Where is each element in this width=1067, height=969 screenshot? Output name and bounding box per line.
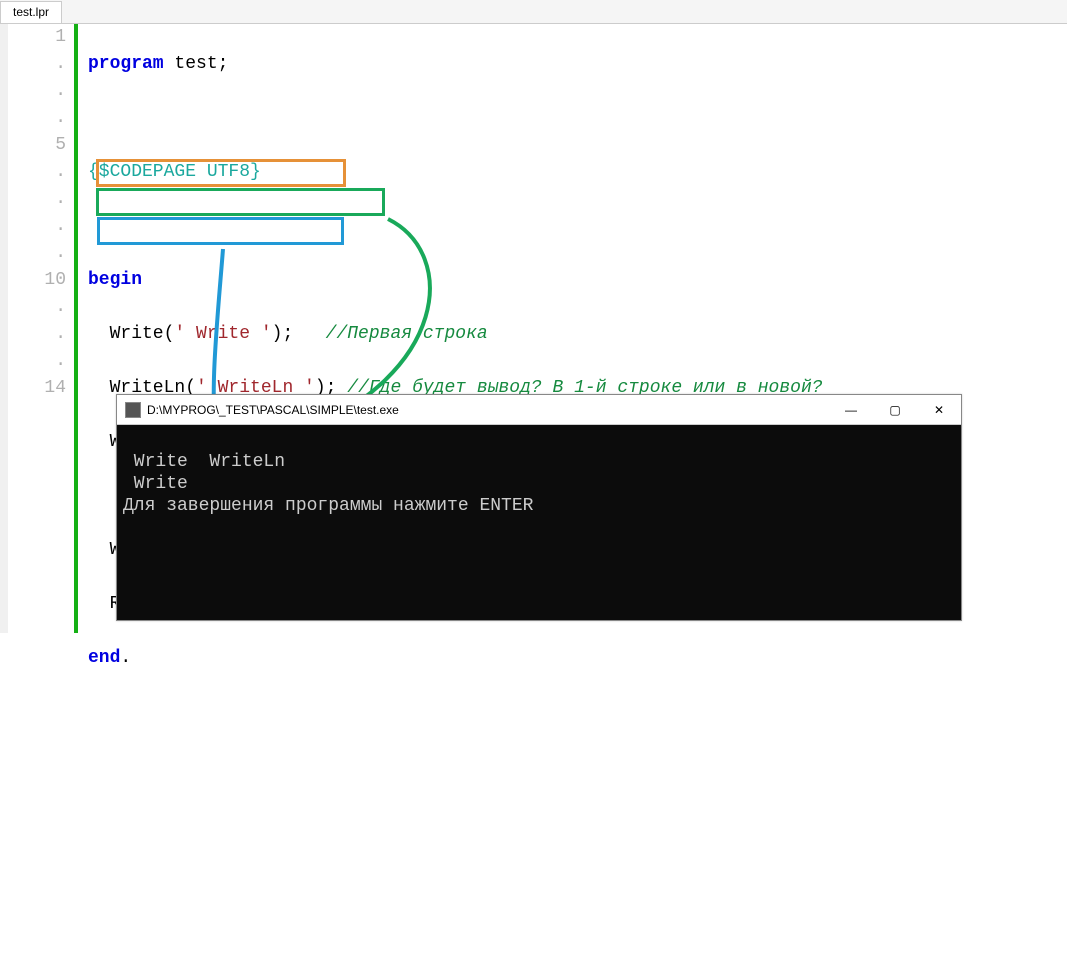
line-number: .: [8, 321, 66, 348]
line-number: 10: [8, 267, 66, 294]
compiler-directive: {$CODEPAGE UTF8}: [88, 162, 261, 182]
console-app-icon: [125, 402, 141, 418]
window-minimize-button[interactable]: —: [829, 395, 873, 424]
console-line: Для завершения программы нажмите ENTER: [123, 496, 533, 516]
line-number: .: [8, 78, 66, 105]
file-tab[interactable]: test.lpr: [0, 1, 62, 23]
line-number: 14: [8, 375, 66, 402]
code-text: test;: [164, 54, 229, 74]
console-title: D:\MYPROG\_TEST\PASCAL\SIMPLE\test.exe: [147, 403, 829, 417]
line-number: .: [8, 186, 66, 213]
window-maximize-button[interactable]: ▢: [873, 395, 917, 424]
line-number: .: [8, 105, 66, 132]
close-icon: ✕: [934, 403, 944, 417]
keyword-end: end: [88, 648, 120, 668]
console-output: Write WriteLn Write Для завершения прогр…: [117, 425, 961, 620]
console-titlebar[interactable]: D:\MYPROG\_TEST\PASCAL\SIMPLE\test.exe —…: [117, 395, 961, 425]
line-number: .: [8, 51, 66, 78]
console-line: Write: [123, 474, 199, 494]
line-number: 5: [8, 132, 66, 159]
comment: //Первая строка: [293, 324, 487, 344]
file-tab-label: test.lpr: [13, 5, 49, 19]
code-text: );: [272, 324, 294, 344]
keyword-program: program: [88, 54, 164, 74]
tab-bar: test.lpr: [0, 0, 1067, 24]
line-number: .: [8, 213, 66, 240]
console-line: Write WriteLn: [123, 452, 296, 472]
code-text: Write(: [88, 324, 174, 344]
string-literal: ' Write ': [174, 324, 271, 344]
minimize-icon: —: [845, 403, 857, 417]
code-text: .: [120, 648, 131, 668]
line-number: .: [8, 240, 66, 267]
line-number: 1: [8, 24, 66, 51]
maximize-icon: ▢: [889, 403, 900, 417]
keyword-begin: begin: [88, 270, 142, 290]
line-number: .: [8, 159, 66, 186]
annotation-box-green: [96, 188, 385, 216]
line-number: .: [8, 348, 66, 375]
window-close-button[interactable]: ✕: [917, 395, 961, 424]
console-window: D:\MYPROG\_TEST\PASCAL\SIMPLE\test.exe —…: [116, 394, 962, 621]
line-gutter: 1 . . . 5 . . . . 10 . . . 14: [8, 24, 78, 633]
line-number: .: [8, 294, 66, 321]
